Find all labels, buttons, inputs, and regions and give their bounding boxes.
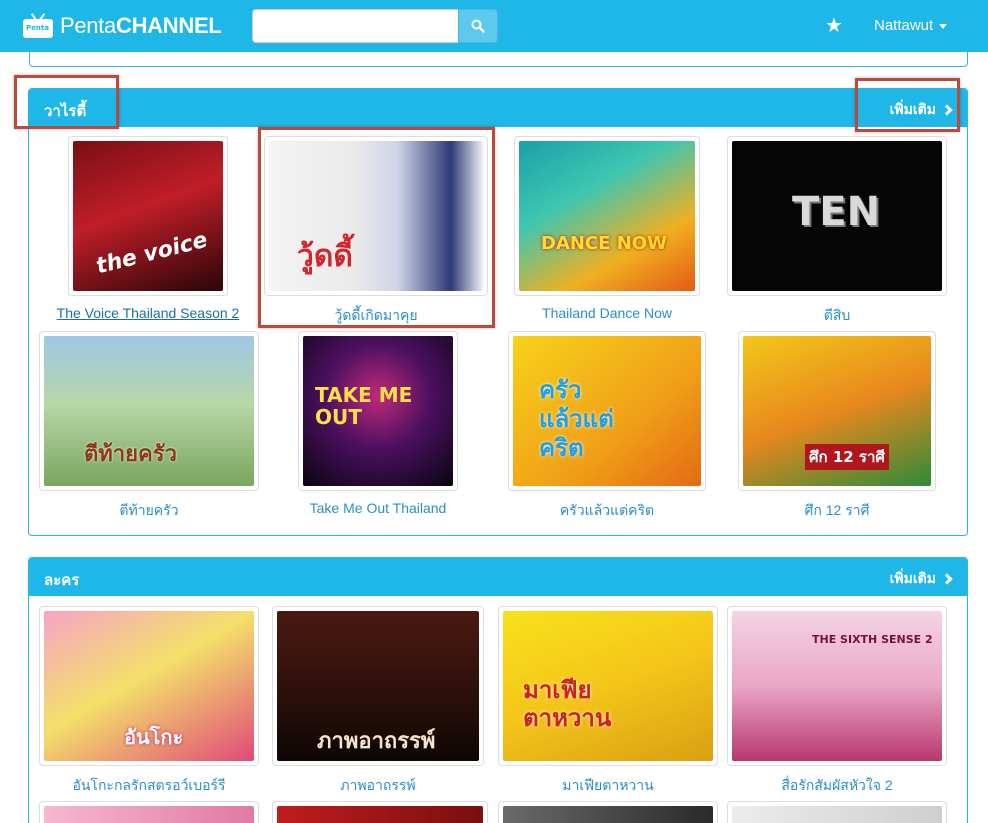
show-thumbnail[interactable] — [39, 801, 259, 823]
show-thumbnail[interactable]: มาเฟีย ตาหวาน — [498, 606, 718, 766]
show-thumbnail[interactable]: ภาพอาถรรพ์ — [272, 606, 484, 766]
thumbnail-art-text: the voice — [93, 227, 211, 280]
thumbnail-art-text: TEN — [792, 189, 881, 235]
show-thumbnail[interactable]: ครัว แล้วแต่ คริต — [508, 331, 706, 491]
favorites-star-icon[interactable]: ★ — [825, 13, 843, 37]
show-title-link[interactable]: ภาพอาถรรพ์ — [272, 775, 484, 797]
search-button[interactable] — [458, 9, 498, 43]
show-title-link[interactable]: วู้ดดี้เกิดมาคุย — [264, 305, 488, 327]
caret-down-icon — [939, 23, 948, 29]
show-title-link[interactable]: ศึก 12 ราศี — [738, 500, 936, 522]
tv-icon: Penta — [22, 13, 54, 39]
previous-panel-bottom — [29, 44, 968, 67]
show-thumbnail[interactable]: THE SIXTH SENSE 2 — [727, 606, 947, 766]
show-title-link[interactable]: มาเฟียตาหวาน — [498, 775, 718, 797]
show-title-link[interactable]: สื่อรักสัมผัสหัวใจ 2 — [727, 775, 947, 797]
search-input[interactable] — [252, 9, 458, 43]
thumbnail-art-text: ตีท้ายครัว — [84, 442, 177, 467]
more-link[interactable]: เพิ่มเติม — [890, 568, 953, 590]
thumbnail-art-text: ศึก 12 ราศี — [805, 444, 889, 470]
show-title-link[interactable]: ตีท้ายครัว — [39, 500, 259, 522]
more-link[interactable]: เพิ่มเติม — [890, 99, 953, 121]
thumbnail-art-text: THE SIXTH SENSE 2 — [812, 633, 933, 646]
brand-name: PentaCHANNEL — [60, 13, 222, 38]
show-title-link[interactable]: ครัวแล้วแต่คริต — [508, 500, 706, 522]
show-thumbnail[interactable]: ศึก 12 ราศี — [738, 331, 936, 491]
thumbnail-art-text: ครัว แล้วแต่ คริต — [539, 376, 614, 462]
panel-heading: วาไรตี้ เพิ่มเติม — [29, 89, 967, 127]
panel-title: วาไรตี้ — [44, 102, 87, 120]
panel-heading: ละคร เพิ่มเติม — [29, 558, 967, 596]
show-thumbnail[interactable]: ตีท้ายครัว — [39, 331, 259, 491]
thumbnail-art-text: มาเฟีย ตาหวาน — [523, 676, 612, 732]
chevron-right-icon — [941, 573, 953, 585]
show-thumbnail[interactable]: TEN — [727, 136, 947, 296]
thumbnail-art-text: ภาพอาถรรพ์ — [317, 729, 436, 754]
show-thumbnail[interactable] — [727, 801, 947, 823]
show-title-link[interactable]: Take Me Out Thailand — [268, 500, 488, 516]
panel-title: ละคร — [44, 571, 80, 589]
show-thumbnail[interactable]: TAKE ME OUT — [298, 331, 458, 491]
thumbnail-art-text: อันโกะ — [124, 725, 184, 749]
show-thumbnail[interactable]: DANCE NOW — [514, 136, 700, 296]
brand-logo[interactable]: Penta PentaCHANNEL — [22, 11, 222, 41]
chevron-right-icon — [941, 104, 953, 116]
show-title-link[interactable]: ตีสิบ — [727, 305, 947, 327]
thumbnail-art-text: TAKE ME OUT — [315, 383, 413, 429]
show-thumbnail[interactable] — [498, 801, 718, 823]
show-thumbnail[interactable]: วู้ดดี้ — [264, 136, 488, 296]
thumbnail-art-text: DANCE NOW — [541, 233, 667, 254]
search-form — [252, 9, 498, 43]
search-icon — [471, 19, 485, 33]
show-title-link[interactable]: Thailand Dance Now — [514, 305, 700, 321]
show-thumbnail[interactable]: the voice — [68, 136, 228, 296]
thumbnail-art-text: วู้ดดี้ — [297, 239, 353, 274]
user-menu[interactable]: Nattawut — [874, 17, 948, 34]
show-title-link[interactable]: อันโกะกลรักสตรอว์เบอร์รี — [29, 775, 269, 797]
show-title-link[interactable]: The Voice Thailand Season 2 — [40, 305, 256, 321]
show-thumbnail[interactable] — [272, 801, 488, 823]
show-thumbnail[interactable]: อันโกะ — [39, 606, 259, 766]
